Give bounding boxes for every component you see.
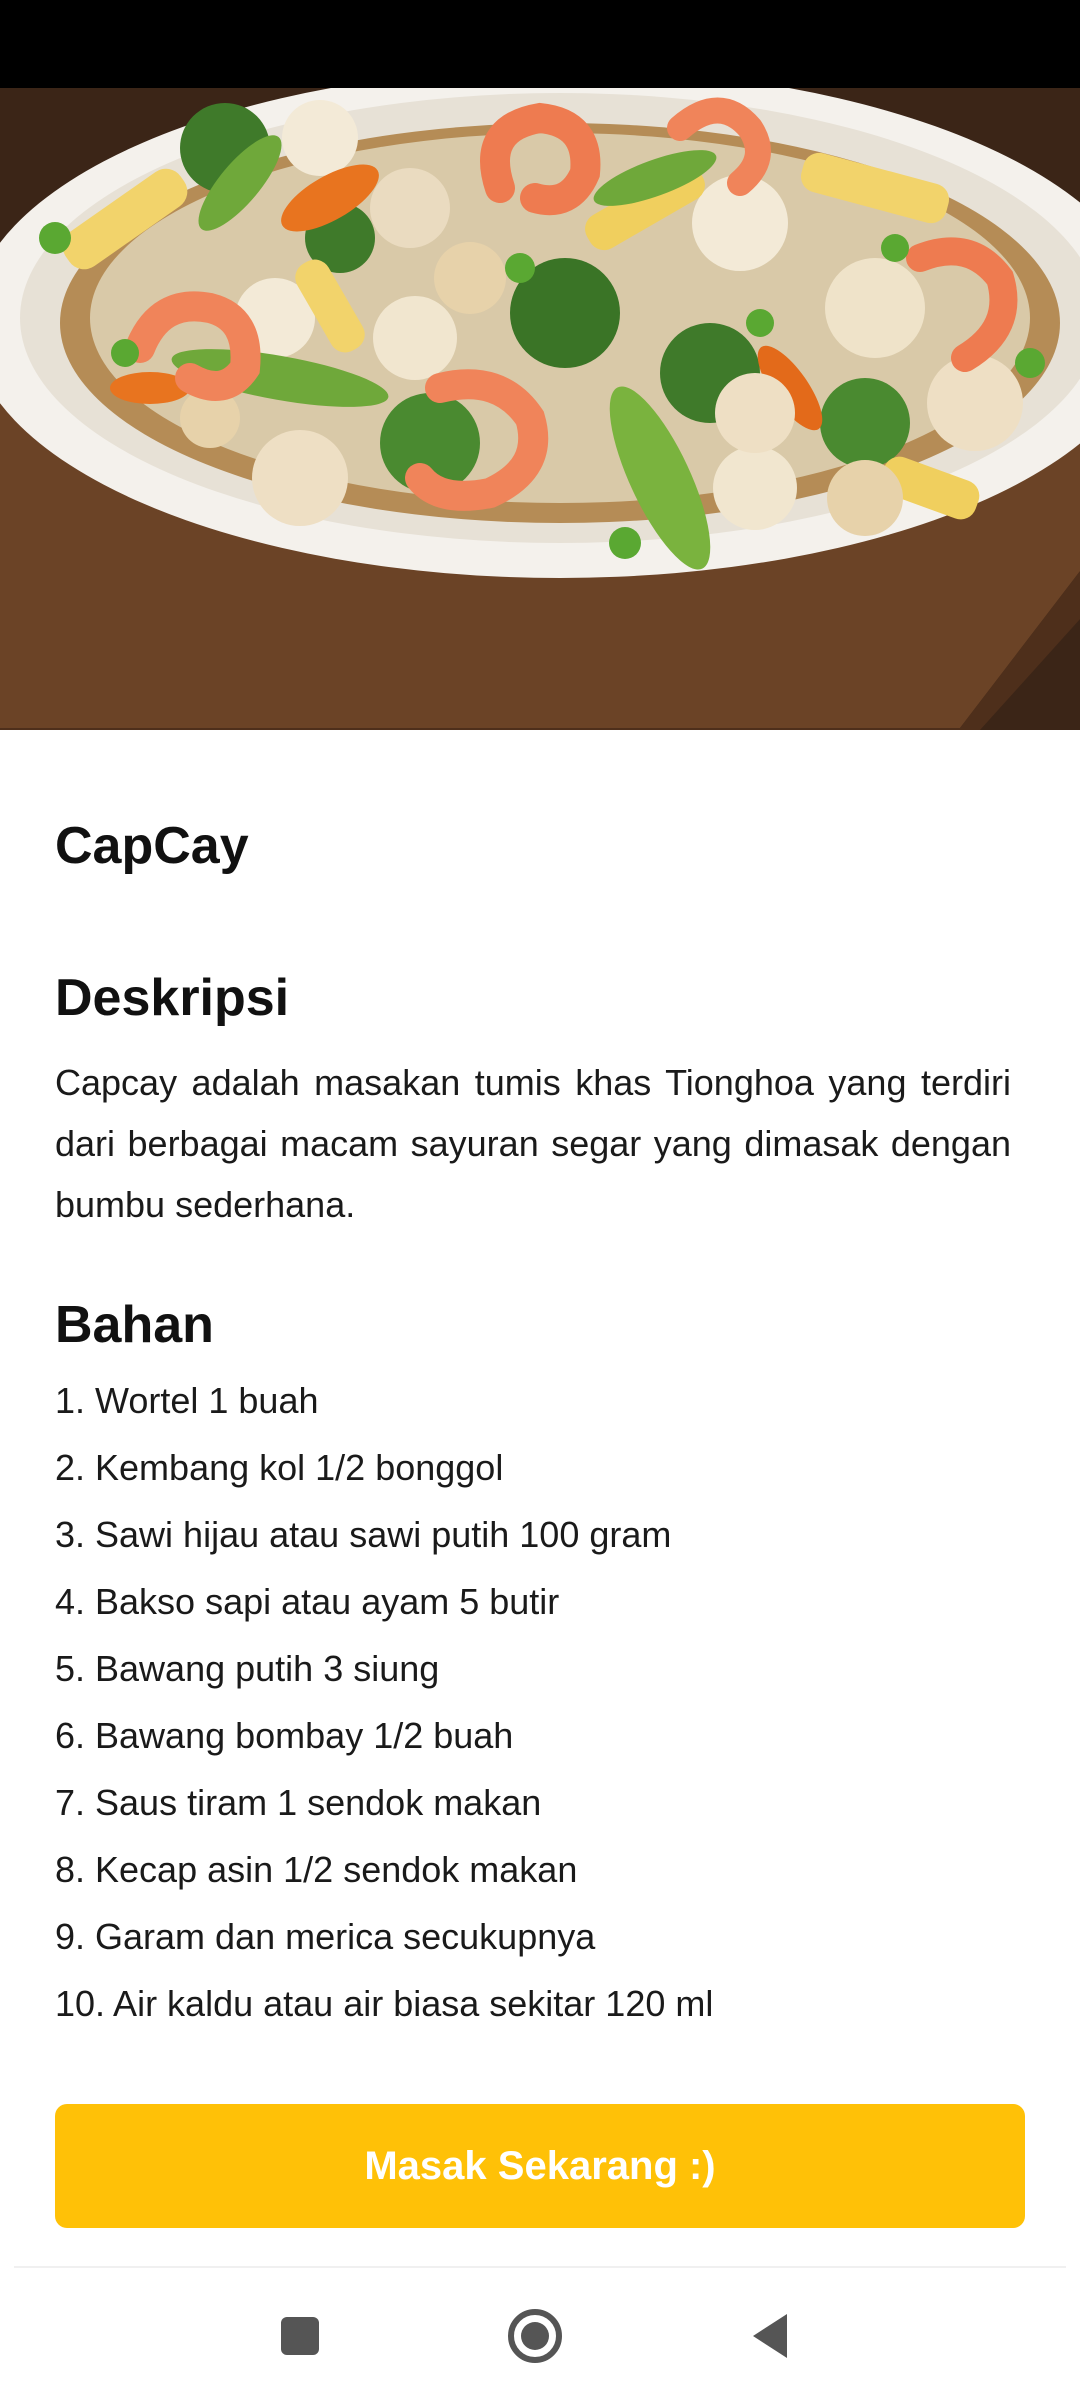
description-heading: Deskripsi [55,969,290,1027]
ingredient-item: 1. Wortel 1 buah [55,1380,319,1421]
home-button[interactable] [500,2304,570,2368]
system-navigation-bar [0,2268,1080,2400]
ingredient-item: 4. Bakso sapi atau ayam 5 butir [55,1581,560,1622]
circle-home-icon [508,2309,562,2363]
back-button[interactable] [735,2304,805,2368]
recipe-content: CapCay Deskripsi Capcay adalah masakan t… [55,810,1011,2037]
ingredient-item: 10. Air kaldu atau air biasa sekitar 120… [55,1983,714,2024]
recent-apps-button[interactable] [265,2304,335,2368]
ingredient-item: 5. Bawang putih 3 siung [55,1648,440,1689]
ingredient-item: 8. Kecap asin 1/2 sendok makan [55,1849,578,1890]
recipe-image [0,88,1080,730]
ingredient-item: 2. Kembang kol 1/2 bonggol [55,1447,504,1488]
ingredients-heading: Bahan [55,1296,214,1354]
triangle-back-icon [753,2314,787,2358]
ingredient-item: 9. Garam dan merica secukupnya [55,1916,596,1957]
ingredient-item: 6. Bawang bombay 1/2 buah [55,1715,514,1756]
description-text: Capcay adalah masakan tumis khas Tiongho… [55,1062,1011,1225]
square-recent-apps-icon [281,2317,319,2355]
status-bar [0,0,1080,88]
ingredient-item: 3. Sawi hijau atau sawi putih 100 gram [55,1514,672,1555]
ingredient-item: 7. Saus tiram 1 sendok makan [55,1782,542,1823]
recipe-title: CapCay [55,817,249,875]
ingredients-list: 1. Wortel 1 buah 2. Kembang kol 1/2 bong… [55,1367,1011,2037]
cook-now-button[interactable]: Masak Sekarang :) [55,2104,1025,2228]
